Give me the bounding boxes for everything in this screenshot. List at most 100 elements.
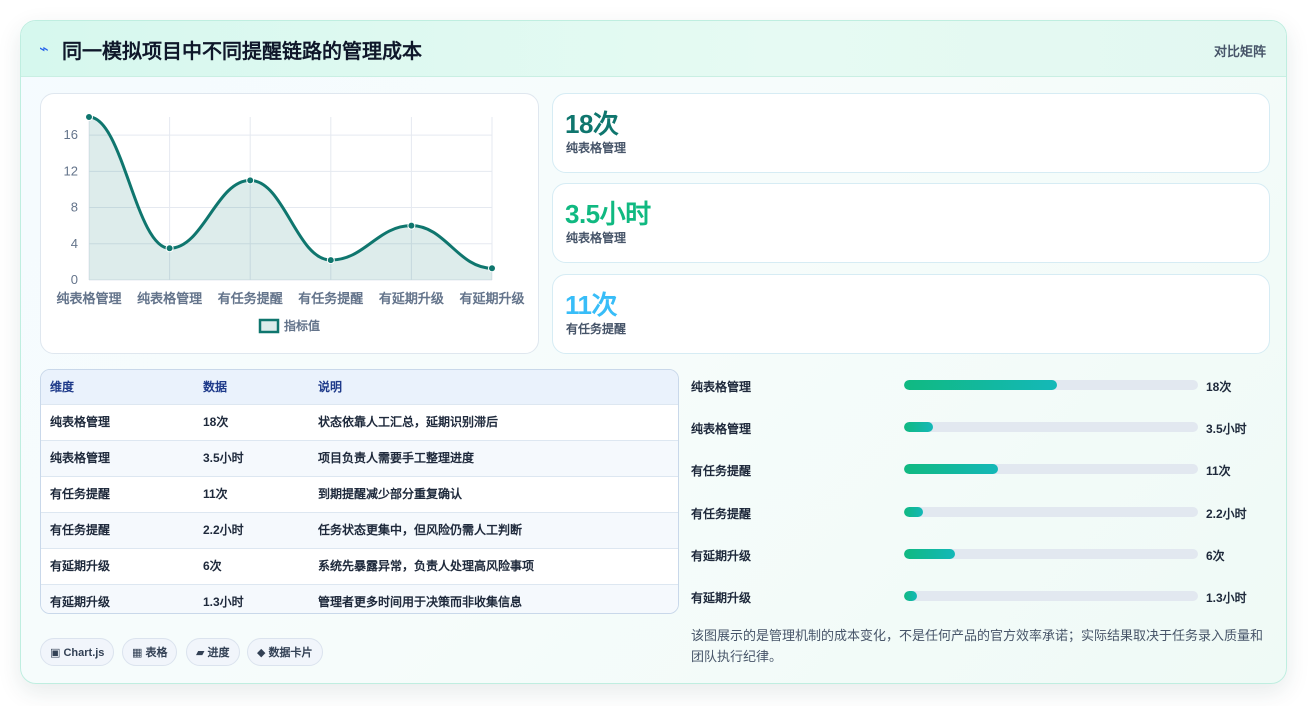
progress-value: 1.3小时: [1206, 591, 1247, 605]
page-title: 同一模拟项目中不同提醒链路的管理成本: [62, 41, 422, 63]
table-row: 有延期升级 6次 系统先暴露异常，负责人处理高风险事项: [41, 549, 678, 585]
table-cell: 项目负责人需要手工整理进度: [318, 451, 475, 465]
x-tick-label: 有任务提醒: [218, 291, 283, 306]
table-row: 纯表格管理 18次 状态依靠人工汇总，延期识别滞后: [41, 405, 678, 441]
stat-value: 18次: [565, 109, 619, 139]
y-tick-label: 8: [71, 200, 78, 215]
progress-fill: [904, 422, 934, 432]
table-cell: 1.3小时: [203, 595, 244, 609]
table-row: 有任务提醒 11次 到期提醒减少部分重复确认: [41, 477, 678, 513]
table-cell: 纯表格管理: [50, 415, 111, 429]
progress-track: [904, 591, 1198, 601]
main-card: ⌁ 同一模拟项目中不同提醒链路的管理成本 对比矩阵 0 4 8 12 16 纯表格管理 纯表…: [20, 20, 1287, 684]
progress-value: 18次: [1206, 380, 1232, 394]
data-point: [85, 113, 93, 121]
progress-value: 3.5小时: [1206, 422, 1247, 436]
x-tick-label: 有延期升级: [379, 291, 445, 306]
data-table: 维度 数据 说明 纯表格管理 18次 状态依靠人工汇总，延期识别滞后 纯表格管理…: [40, 369, 679, 614]
progress-label: 有延期升级: [691, 549, 752, 563]
progress-label: 有任务提醒: [691, 507, 752, 521]
table-cell: 有任务提醒: [50, 487, 111, 501]
line-chart-panel: 0 4 8 12 16 纯表格管理 纯表格管理 有任务提醒 有任务提醒 有延期升级 有延期升级指标值: [40, 93, 539, 354]
data-point: [326, 256, 335, 265]
tag-label: 数据卡片: [268, 647, 313, 659]
tag-progress: ▰ 进度: [186, 638, 240, 666]
progress-value: 2.2小时: [1206, 507, 1247, 521]
view-mode-label: 对比矩阵: [1213, 44, 1266, 59]
progress-fill: [904, 549, 956, 559]
y-tick-label: 16: [64, 127, 78, 142]
table-icon: ▦: [132, 647, 143, 659]
progress-track: [904, 464, 1198, 474]
progress-row: 有任务提醒 11次: [691, 457, 1271, 481]
data-point: [488, 264, 496, 273]
table-cell: 纯表格管理: [50, 451, 111, 465]
tag-label: 表格: [145, 647, 168, 659]
table-row: 有延期升级 1.3小时 管理者更多时间用于决策而非收集信息: [41, 585, 678, 613]
x-tick-label: 有延期升级: [459, 291, 525, 306]
x-tick-label: 纯表格管理: [137, 291, 202, 306]
table-cell: 6次: [203, 559, 222, 573]
x-tick-label: 有任务提醒: [298, 291, 363, 306]
card-header: ⌁ 同一模拟项目中不同提醒链路的管理成本 对比矩阵: [21, 21, 1286, 77]
progress-track: [904, 380, 1198, 390]
progress-row: 有任务提醒 2.2小时: [691, 500, 1271, 524]
table-cell: 管理者更多时间用于决策而非收集信息: [318, 595, 523, 609]
tag-label: Chart.js: [63, 647, 105, 659]
table-cell: 状态依靠人工汇总，延期识别滞后: [318, 415, 499, 429]
table-header-row: 维度 数据 说明: [41, 370, 678, 405]
progress-row: 纯表格管理 18次: [691, 373, 1271, 397]
stat-card-2: 3.5小时 纯表格管理: [552, 183, 1270, 263]
line-chart: 0 4 8 12 16 纯表格管理 纯表格管理 有任务提醒 有任务提醒 有延期升级 有延期升级指标值: [56, 113, 525, 334]
diamond-icon: ◆: [257, 647, 266, 659]
progress-fill: [904, 591, 918, 601]
stat-label: 有任务提醒: [566, 322, 627, 336]
progress-label: 纯表格管理: [691, 422, 752, 436]
table-cell: 18次: [203, 415, 229, 429]
table-cell: 到期提醒减少部分重复确认: [318, 487, 463, 501]
table-cell: 有延期升级: [50, 559, 111, 573]
progress-fill: [904, 507, 924, 517]
data-point: [246, 176, 255, 185]
table-cell: 3.5小时: [203, 451, 244, 465]
data-point: [165, 244, 174, 253]
tag-table: ▦ 表格: [122, 638, 178, 666]
progress-fill: [904, 464, 999, 474]
table-header-cell: 数据: [203, 380, 228, 394]
progress-value: 6次: [1206, 549, 1225, 563]
stat-value: 11次: [565, 290, 618, 320]
tag-data-card: ◆ 数据卡片: [247, 638, 323, 666]
progress-track: [904, 507, 1198, 517]
chart-icon: ▣: [50, 647, 61, 659]
legend-swatch: [258, 318, 280, 334]
progress-fill: [904, 380, 1057, 390]
y-tick-label: 4: [71, 236, 78, 251]
table-cell: 11次: [203, 487, 228, 501]
progress-icon: ▰: [196, 647, 205, 659]
x-tick-label: 纯表格管理: [56, 291, 121, 306]
y-tick-label: 12: [64, 163, 78, 178]
bolt-icon: ⌁: [39, 41, 49, 58]
stat-card-1: 18次 纯表格管理: [552, 93, 1270, 173]
stat-value: 3.5小时: [565, 199, 651, 229]
tag-chartjs: ▣ Chart.js: [40, 638, 115, 666]
progress-row: 有延期升级 1.3小时: [691, 584, 1271, 608]
y-tick-label: 0: [71, 272, 78, 287]
table-row: 纯表格管理 3.5小时 项目负责人需要手工整理进度: [41, 441, 678, 477]
stat-label: 纯表格管理: [566, 141, 627, 155]
disclaimer-note: 该图展示的是管理机制的成本变化，不是任何产品的官方效率承诺；实际结果取决于任务录…: [691, 628, 1264, 664]
stat-label: 纯表格管理: [566, 231, 627, 245]
progress-track: [904, 422, 1198, 432]
table-cell: 有任务提醒: [50, 523, 111, 537]
table-cell: 任务状态更集中，但风险仍需人工判断: [318, 523, 523, 537]
progress-value: 11次: [1206, 464, 1231, 478]
table-cell: 系统先暴露异常，负责人处理高风险事项: [318, 559, 535, 573]
tag-label: 进度: [207, 647, 230, 659]
stat-card-3: 11次 有任务提醒: [552, 274, 1270, 354]
legend-label: 指标值: [284, 318, 320, 333]
progress-row: 纯表格管理 3.5小时: [691, 415, 1271, 439]
progress-label: 有任务提醒: [691, 464, 752, 478]
progress-row: 有延期升级 6次: [691, 542, 1271, 566]
series-area: [89, 117, 492, 280]
table-row: 有任务提醒 2.2小时 任务状态更集中，但风险仍需人工判断: [41, 513, 678, 549]
